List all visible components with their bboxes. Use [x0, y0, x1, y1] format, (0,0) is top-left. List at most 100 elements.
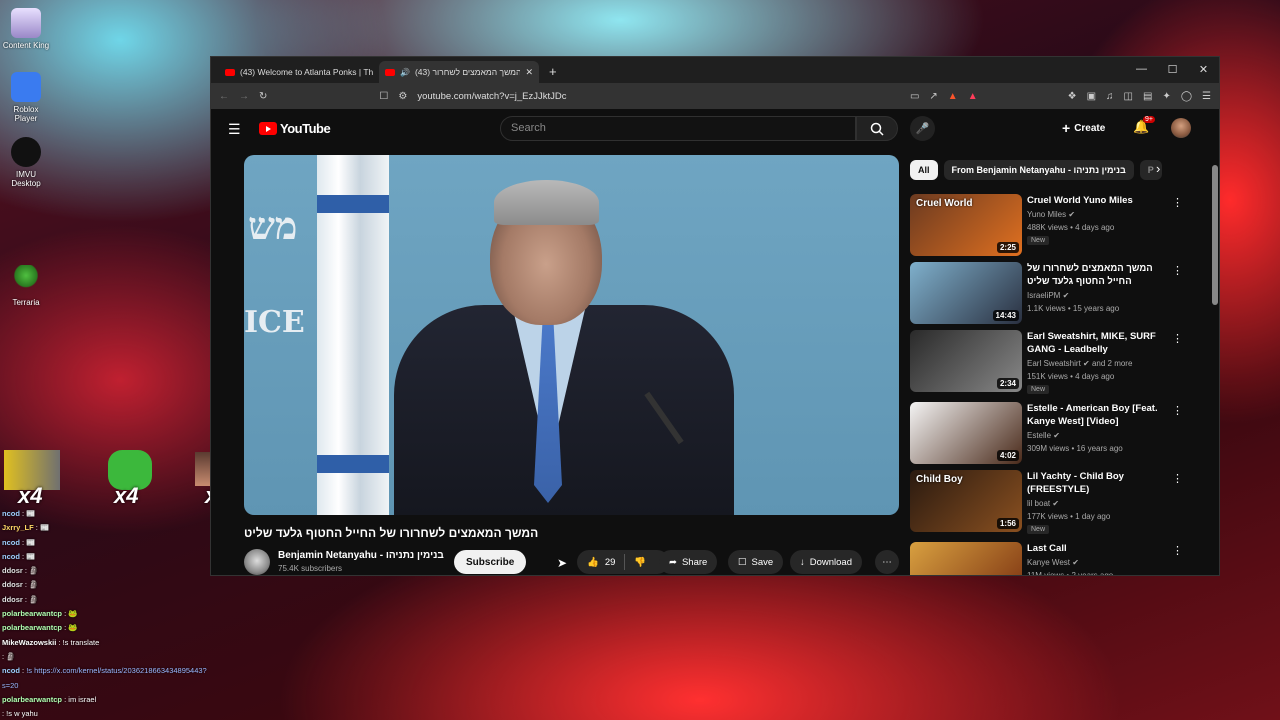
bookmark-icon[interactable]: ☐	[379, 91, 388, 102]
screenshot-icon[interactable]: ▣	[1087, 91, 1096, 102]
imvu-icon	[11, 137, 41, 167]
close-tab-icon[interactable]: ✕	[525, 67, 533, 78]
more-vertical-icon[interactable]: ⋮	[1172, 264, 1183, 277]
vpn-icon[interactable]: ◯	[1181, 91, 1192, 102]
maximize-button[interactable]: ☐	[1157, 57, 1188, 81]
close-window-button[interactable]: ✕	[1188, 57, 1219, 81]
recommendation-channel[interactable]: lil boat ✔	[1027, 498, 1059, 510]
wall-lettering: ICE	[244, 305, 305, 340]
duration-badge: 2:25	[996, 242, 1019, 253]
more-vertical-icon[interactable]: ⋮	[1172, 544, 1183, 557]
recommendation-item[interactable]: Child Boy 1:56 Lil Yachty - Child Boy (FRE…	[910, 470, 1190, 534]
recommendation-title[interactable]: Estelle - American Boy [Feat. Kanye West…	[1027, 402, 1167, 428]
plus-icon: +	[1062, 120, 1071, 136]
recommendation-channel[interactable]: Kanye West ✔	[1027, 557, 1079, 569]
media-icon[interactable]: ♫	[1106, 91, 1114, 102]
more-vertical-icon[interactable]: ⋮	[1172, 332, 1183, 345]
more-actions-button[interactable]: ⋯	[875, 550, 899, 574]
desktop-icon-content-king[interactable]: Content King	[2, 8, 50, 50]
more-vertical-icon[interactable]: ⋮	[1172, 404, 1183, 417]
minimize-button[interactable]: —	[1126, 57, 1157, 81]
site-info-icon[interactable]: ⚙	[398, 91, 407, 102]
chat-message: ncod : 📰	[2, 509, 36, 518]
new-badge: New	[1027, 236, 1050, 245]
forward-icon[interactable]: →	[239, 91, 249, 102]
more-vertical-icon[interactable]: ⋮	[1172, 196, 1183, 209]
recommendation-item[interactable]: 14:43 המשך המאמצים לשחרורו של החייל החטוף…	[910, 262, 1190, 326]
duration-badge: 1:56	[996, 518, 1019, 529]
recommendation-title[interactable]: Cruel World Yuno Miles	[1027, 194, 1167, 207]
desktop-icon-label: Content King	[2, 41, 50, 50]
chip-all[interactable]: All	[910, 160, 938, 180]
recommendation-item[interactable]: Cruel World 2:25 Cruel World Yuno Miles Yun…	[910, 194, 1190, 258]
video-thumbnail[interactable]: 2:34	[910, 330, 1022, 392]
recommendation-item[interactable]: 2:34 Earl Sweatshirt, MIKE, SURF GANG - L…	[910, 330, 1190, 394]
recommendation-meta: 177K views • 1 day ago	[1027, 512, 1111, 521]
video-thumbnail[interactable]: 14:43	[910, 262, 1022, 324]
share-label: Share	[681, 556, 708, 568]
terraria-icon	[11, 265, 41, 295]
save-button[interactable]: ☐ Save	[728, 550, 784, 574]
recommendation-channel[interactable]: IsraeliPM ✔	[1027, 290, 1069, 302]
recommendation-title[interactable]: Earl Sweatshirt, MIKE, SURF GANG - Leadb…	[1027, 330, 1167, 356]
tab-atlanta-ponks[interactable]: (43) Welcome to Atlanta Ponks | The	[219, 61, 379, 83]
video-thumbnail[interactable]: Cruel World 2:25	[910, 194, 1022, 256]
youtube-logo[interactable]: YouTube	[259, 121, 331, 136]
wallet-icon[interactable]: ▤	[1143, 91, 1152, 102]
create-button[interactable]: + Create	[1062, 120, 1105, 136]
channel-avatar[interactable]	[244, 549, 270, 575]
tab-bar: (43) Welcome to Atlanta Ponks | The 🔊 (4…	[211, 57, 1219, 83]
brave-rewards-icon[interactable]: ▲	[968, 91, 978, 102]
account-avatar[interactable]	[1171, 118, 1191, 138]
back-icon[interactable]: ←	[219, 91, 229, 102]
recommendation-channel[interactable]: Earl Sweatshirt ✔ and 2 more	[1027, 358, 1132, 370]
download-icon: ↓	[800, 556, 805, 568]
recommendation-item[interactable]: 4:02 Estelle - American Boy [Feat. Kanye …	[910, 402, 1190, 466]
search-button[interactable]	[856, 116, 898, 141]
tab-current-video[interactable]: 🔊 (43) המשך המאמצים לשחרור ✕	[379, 61, 539, 83]
desktop-icon-terraria[interactable]: Terraria	[2, 265, 50, 307]
voice-search-button[interactable]: 🎤	[910, 116, 935, 141]
new-tab-button[interactable]: +	[549, 64, 557, 79]
video-thumbnail[interactable]	[910, 542, 1022, 575]
chat-message: ddosr : 🗿	[2, 566, 39, 576]
chevron-right-icon[interactable]: ›	[1156, 161, 1160, 176]
leo-ai-icon[interactable]: ✦	[1162, 91, 1170, 102]
desktop-icon-imvu[interactable]: IMVU Desktop	[2, 137, 50, 188]
like-button[interactable]: 👍 29	[587, 557, 615, 568]
video-player[interactable]: מש ICE	[244, 155, 899, 515]
recommendation-title[interactable]: המשך המאמצים לשחרורו של החייל החטוף גלעד…	[1027, 262, 1167, 288]
download-label: Download	[809, 556, 852, 568]
share-icon[interactable]: ↗	[929, 91, 937, 102]
video-thumbnail[interactable]: 4:02	[910, 402, 1022, 464]
video-thumbnail[interactable]: Child Boy 1:56	[910, 470, 1022, 532]
page-scrollbar[interactable]	[1212, 165, 1218, 305]
sidebar-icon[interactable]: ◫	[1124, 91, 1133, 102]
desktop-icon-roblox[interactable]: Roblox Player	[2, 72, 50, 123]
recommendation-channel[interactable]: Estelle ✔	[1027, 430, 1060, 442]
share-icon: ➦	[669, 556, 677, 568]
chat-message: ddosr : 🗿	[2, 580, 39, 590]
hamburger-menu-icon[interactable]: ☰	[228, 121, 241, 138]
dislike-button[interactable]: 👎	[634, 557, 646, 568]
recommendation-channel[interactable]: Yuno Miles ✔	[1027, 209, 1075, 221]
recommendation-title[interactable]: Last Call	[1027, 542, 1167, 555]
download-button[interactable]: ↓ Download	[790, 550, 862, 574]
microphone-icon: 🎤	[915, 123, 930, 135]
recommendation-title[interactable]: Lil Yachty - Child Boy (FREESTYLE)	[1027, 470, 1167, 496]
reload-icon[interactable]: ↻	[259, 91, 267, 102]
search-input[interactable]: Search	[500, 116, 856, 141]
extensions-icon[interactable]: ❖	[1068, 91, 1077, 102]
chip-from-channel[interactable]: From Benjamin Netanyahu - בנימין נתניהו	[943, 160, 1134, 180]
cast-icon[interactable]: ▭	[910, 91, 919, 102]
more-vertical-icon[interactable]: ⋮	[1172, 472, 1183, 485]
channel-name[interactable]: Benjamin Netanyahu - בנימין נתניהו	[278, 550, 444, 561]
brave-shield-icon[interactable]: ▲	[948, 91, 958, 102]
speaker-icon[interactable]: 🔊	[400, 68, 410, 77]
url-field[interactable]: youtube.com/watch?v=j_EzJJktJDc	[417, 91, 900, 102]
recommendation-item[interactable]: Last Call Kanye West ✔ 11M views • 2 years…	[910, 542, 1190, 575]
share-button[interactable]: ➦ Share	[659, 550, 718, 574]
youtube-play-icon	[259, 122, 277, 135]
subscribe-button[interactable]: Subscribe	[454, 550, 527, 574]
menu-icon[interactable]: ☰	[1202, 91, 1211, 102]
